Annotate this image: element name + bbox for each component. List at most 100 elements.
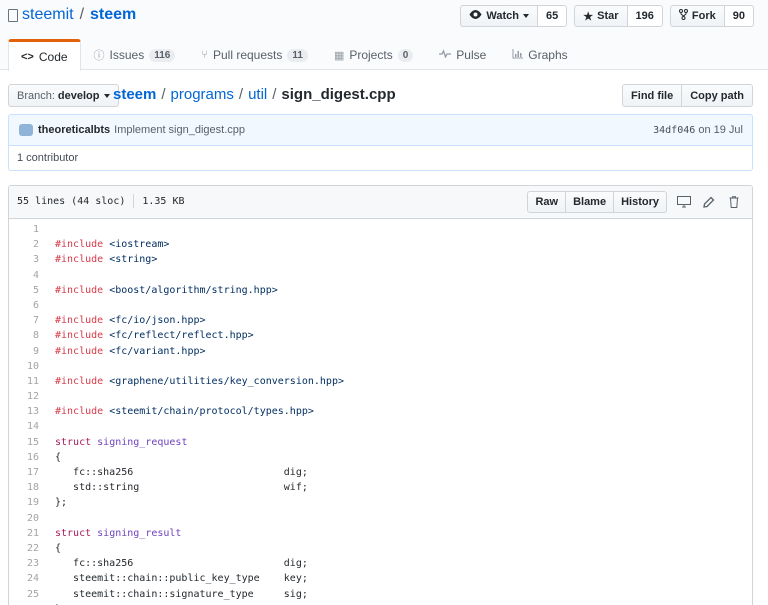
code-token: <steemit/chain/protocol/types.hpp> (109, 406, 314, 418)
line-number[interactable]: 17 (9, 465, 40, 480)
line-number[interactable]: 10 (9, 359, 40, 374)
line-content: steemit::chain::public_key_type key; (40, 571, 308, 586)
pagehead-actions: Watch 65 ★ Star 196 Fork 90 (453, 5, 754, 27)
fork-button[interactable]: Fork (669, 5, 725, 27)
line-content: fc::sha256 dig; (40, 556, 308, 571)
find-file-button[interactable]: Find file (622, 84, 683, 107)
commit-sha-link[interactable]: 34df046 (653, 125, 695, 136)
repo-nav: <> Code ⓘ Issues 116 ⑂ Pull requests 11 … (8, 39, 581, 71)
line-number[interactable]: 12 (9, 389, 40, 404)
breadcrumb-file-name: sign_digest.cpp (281, 86, 396, 103)
line-number[interactable]: 23 (9, 556, 40, 571)
code-line: 4 (9, 268, 752, 283)
copy-path-button[interactable]: Copy path (682, 84, 753, 107)
line-number[interactable]: 4 (9, 268, 40, 283)
tab-code[interactable]: <> Code (8, 39, 81, 71)
tab-pulse[interactable]: Pulse (426, 39, 499, 70)
line-number[interactable]: 2 (9, 237, 40, 252)
star-button[interactable]: ★ Star (574, 5, 628, 27)
line-number[interactable]: 16 (9, 450, 40, 465)
line-number[interactable]: 7 (9, 313, 40, 328)
line-number[interactable]: 3 (9, 252, 40, 267)
code-line: 13 #include <steemit/chain/protocol/types… (9, 404, 752, 419)
file-line-count: 55 lines (44 sloc) (17, 196, 126, 207)
line-number[interactable]: 25 (9, 587, 40, 602)
tab-issues[interactable]: ⓘ Issues 116 (81, 39, 189, 70)
raw-button[interactable]: Raw (527, 191, 567, 213)
line-content: { (40, 541, 61, 556)
tab-graphs-label: Graphs (528, 48, 568, 62)
line-number[interactable]: 11 (9, 374, 40, 389)
branch-select-button[interactable]: Branch: develop (8, 84, 119, 107)
commit-date: on 19 Jul (698, 124, 743, 136)
line-number[interactable]: 20 (9, 511, 40, 526)
avatar[interactable] (19, 124, 33, 136)
breadcrumb-root-link[interactable]: steem (113, 86, 156, 103)
repo-name-link[interactable]: steem (90, 6, 136, 24)
code-token: <iostream> (109, 239, 170, 251)
line-content: #include <iostream> (40, 237, 169, 252)
breadcrumb-separator: / (272, 86, 277, 103)
star-count[interactable]: 196 (627, 5, 663, 27)
code-line: 16 { (9, 450, 752, 465)
line-content: }; (40, 495, 67, 510)
pencil-icon[interactable] (701, 194, 717, 210)
line-content: #include <string> (40, 252, 157, 267)
code-line: 15 struct signing_request (9, 435, 752, 450)
fork-label: Fork (691, 10, 716, 22)
code-token: #include (55, 330, 110, 342)
line-number[interactable]: 21 (9, 526, 40, 541)
line-content: #include <fc/io/json.hpp> (40, 313, 206, 328)
tab-graphs[interactable]: Graphs (499, 39, 580, 70)
line-content (40, 511, 55, 526)
code-line: 17 fc::sha256 dig; (9, 465, 752, 480)
code-line: 11 #include <graphene/utilities/key_conve… (9, 374, 752, 389)
line-number[interactable]: 19 (9, 495, 40, 510)
fork-count[interactable]: 90 (724, 5, 754, 27)
tab-projects[interactable]: ▦ Projects 0 (321, 39, 426, 70)
trash-icon[interactable] (726, 194, 742, 210)
line-number[interactable]: 18 (9, 480, 40, 495)
line-number[interactable]: 9 (9, 344, 40, 359)
pull-requests-counter: 11 (287, 48, 308, 62)
desktop-icon[interactable] (676, 194, 692, 210)
line-number[interactable]: 1 (9, 222, 40, 237)
line-content (40, 359, 55, 374)
code-token: { (55, 542, 62, 554)
commit-author-link[interactable]: theoreticalbts (38, 124, 110, 136)
breadcrumb-util-link[interactable]: util (248, 86, 267, 103)
repo-owner-link[interactable]: steemit (22, 6, 74, 24)
contributors-summary[interactable]: 1 contributor (8, 146, 753, 171)
tab-pull-requests[interactable]: ⑂ Pull requests 11 (188, 39, 321, 70)
line-content (40, 268, 55, 283)
line-number[interactable]: 14 (9, 419, 40, 434)
code-token: <string> (109, 254, 158, 266)
breadcrumb-programs-link[interactable]: programs (171, 86, 234, 103)
line-number[interactable]: 6 (9, 298, 40, 313)
watch-button[interactable]: Watch (460, 5, 539, 27)
code-token: fc::sha256 dig; (55, 467, 308, 478)
line-number[interactable]: 15 (9, 435, 40, 450)
history-button[interactable]: History (613, 191, 667, 213)
code-token: }; (55, 497, 68, 509)
code-line: 19}; (9, 495, 752, 510)
line-content: struct signing_request (40, 435, 187, 450)
line-number[interactable]: 24 (9, 571, 40, 586)
code-token: #include (55, 406, 110, 418)
commit-message-link[interactable]: Implement sign_digest.cpp (114, 124, 245, 136)
line-number[interactable]: 22 (9, 541, 40, 556)
code-token: steemit::chain::public_key_type key; (55, 573, 308, 585)
code-line: 21 struct signing_result (9, 526, 752, 541)
fork-icon (678, 9, 688, 23)
code-icon: <> (21, 50, 34, 63)
line-number[interactable]: 8 (9, 328, 40, 343)
blame-button[interactable]: Blame (565, 191, 615, 213)
line-number[interactable]: 5 (9, 283, 40, 298)
line-number[interactable]: 13 (9, 404, 40, 419)
projects-counter: 0 (397, 48, 414, 62)
line-content: #include <steemit/chain/protocol/types.h… (40, 404, 314, 419)
code-token: struct (55, 436, 98, 448)
watch-count[interactable]: 65 (538, 5, 568, 27)
code-body: 1 2 #include <iostream> 3 #include <string> 4… (9, 219, 752, 605)
code-line: 1 (9, 222, 752, 237)
